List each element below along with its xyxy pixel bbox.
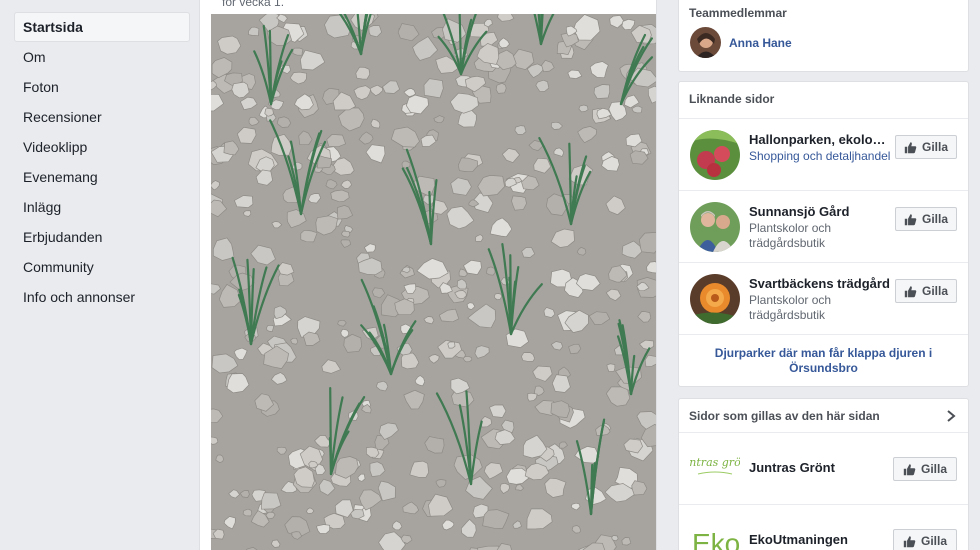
like-button[interactable]: Gilla bbox=[895, 135, 957, 159]
like-label: Gilla bbox=[921, 212, 948, 226]
page-category[interactable]: Shopping och detaljhandel bbox=[749, 149, 890, 164]
page-avatar bbox=[690, 274, 740, 324]
avatar bbox=[690, 27, 721, 58]
like-label: Gilla bbox=[920, 534, 947, 548]
page-name[interactable]: Hallonparken, ekologi... bbox=[749, 132, 891, 147]
nav-item-videoklipp[interactable]: Videoklipp bbox=[14, 132, 190, 162]
liked-pages-card: Sidor som gillas av den här sidan Juntra… bbox=[676, 398, 969, 550]
like-label: Gilla bbox=[920, 462, 947, 476]
thumbs-up-icon bbox=[904, 141, 917, 153]
thumbs-up-icon bbox=[904, 285, 917, 297]
thumbs-up-icon bbox=[904, 213, 917, 225]
nav-item-recensioner[interactable]: Recensioner bbox=[14, 102, 190, 132]
svg-text:Eko: Eko bbox=[692, 528, 740, 550]
like-button[interactable]: Gilla bbox=[895, 207, 957, 231]
nav-item-evenemang[interactable]: Evenemang bbox=[14, 162, 190, 192]
like-label: Gilla bbox=[921, 284, 948, 298]
similar-page-row[interactable]: Sunnansjö Gård Plantskolor och trädgårds… bbox=[679, 190, 968, 262]
nav-item-foton[interactable]: Foton bbox=[14, 72, 190, 102]
thumbs-up-icon bbox=[903, 463, 916, 475]
juntras-logo: Juntras grönt bbox=[676, 444, 753, 494]
nav-item-inlagg[interactable]: Inlägg bbox=[14, 192, 190, 222]
svg-text:Juntras grönt: Juntras grönt bbox=[690, 456, 740, 469]
nav-item-startsida[interactable]: Startsida bbox=[14, 12, 190, 42]
similar-pages-card: Liknande sidor Hallonparken, ekologi... … bbox=[678, 81, 969, 387]
post-photo[interactable] bbox=[200, 0, 656, 550]
page-name[interactable]: EkoUtmaningen bbox=[749, 532, 891, 547]
chevron-right-icon[interactable] bbox=[946, 410, 956, 422]
similar-page-row[interactable]: Hallonparken, ekologi... Shopping och de… bbox=[679, 118, 968, 190]
ekoutmaningen-logo: Eko bbox=[690, 516, 740, 550]
nav-item-community[interactable]: Community bbox=[14, 252, 190, 282]
thumbs-up-icon bbox=[903, 535, 916, 547]
like-button[interactable]: Gilla bbox=[893, 529, 957, 550]
page-category: Plantskolor och trädgårdsbutik bbox=[749, 293, 832, 322]
page: Startsida Om Foton Recensioner Videoklip… bbox=[0, 0, 980, 550]
see-more-link[interactable]: Djurparker där man får klappa djuren i Ö… bbox=[679, 334, 968, 386]
post-card: för vecka 1. bbox=[199, 0, 657, 550]
nav-item-om[interactable]: Om bbox=[14, 42, 190, 72]
member-name[interactable]: Anna Hane bbox=[729, 36, 792, 50]
page-avatar bbox=[690, 130, 740, 180]
liked-pages-header[interactable]: Sidor som gillas av den här sidan bbox=[679, 399, 968, 433]
page-name[interactable]: Sunnansjö Gård bbox=[749, 204, 891, 219]
team-card: Teammedlemmar Anna Hane bbox=[678, 0, 969, 72]
gravel-with-grass-photo bbox=[200, 0, 656, 550]
like-button[interactable]: Gilla bbox=[893, 457, 957, 481]
like-button[interactable]: Gilla bbox=[895, 279, 957, 303]
liked-page-row[interactable]: Eko EkoUtmaningen Gilla bbox=[679, 505, 968, 550]
page-category: Plantskolor och trädgårdsbutik bbox=[749, 221, 832, 250]
post-caption: för vecka 1. bbox=[222, 0, 285, 9]
liked-pages-heading: Sidor som gillas av den här sidan bbox=[689, 409, 880, 423]
similar-pages-heading: Liknande sidor bbox=[689, 92, 775, 106]
page-name[interactable]: Svartbäckens trädgård bbox=[749, 276, 891, 291]
similar-page-row[interactable]: Svartbäckens trädgård Plantskolor och tr… bbox=[679, 262, 968, 334]
page-nav: Startsida Om Foton Recensioner Videoklip… bbox=[14, 12, 190, 312]
nav-item-erbjudanden[interactable]: Erbjudanden bbox=[14, 222, 190, 252]
like-label: Gilla bbox=[921, 140, 948, 154]
team-heading: Teammedlemmar bbox=[689, 6, 787, 20]
team-member[interactable]: Anna Hane bbox=[679, 27, 968, 58]
nav-item-info-och-annonser[interactable]: Info och annonser bbox=[14, 282, 190, 312]
page-avatar bbox=[690, 202, 740, 252]
liked-page-row[interactable]: Juntras grönt Juntras Grönt Gilla bbox=[676, 433, 968, 505]
page-name[interactable]: Juntras Grönt bbox=[749, 460, 891, 475]
